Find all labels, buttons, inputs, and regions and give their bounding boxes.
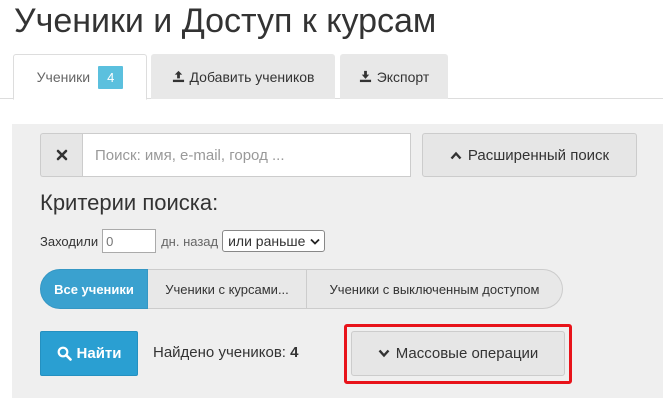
student-filter-segments: Все ученики Ученики с курсами... Ученики… <box>40 269 563 309</box>
upload-icon <box>172 70 184 83</box>
criteria-title: Критерии поиска: <box>40 190 219 215</box>
tab-export[interactable]: Экспорт <box>340 54 448 99</box>
search-panel: Расширенный поиск Критерии поиска: Заход… <box>12 124 663 398</box>
advanced-search-label: Расширенный поиск <box>467 146 610 164</box>
advanced-search-button[interactable]: Расширенный поиск <box>422 133 637 177</box>
mass-operations-label: Массовые операции <box>395 345 539 362</box>
find-button-label: Найти <box>76 345 122 362</box>
clear-search-button[interactable] <box>40 133 82 177</box>
mass-operations-button[interactable]: Массовые операции <box>351 331 565 376</box>
found-count: 4 <box>290 344 299 361</box>
tab-students[interactable]: Ученики 4 <box>13 54 147 100</box>
days-input[interactable] <box>102 229 157 253</box>
close-icon <box>56 149 67 161</box>
chevron-down-icon <box>310 238 321 245</box>
chevron-down-icon <box>378 349 390 358</box>
search-icon <box>57 346 72 361</box>
page-title: Ученики и Доступ к курсам <box>14 2 437 40</box>
segment-disabled-access[interactable]: Ученики с выключенным доступом <box>307 269 563 309</box>
find-button[interactable]: Найти <box>40 331 138 376</box>
visited-filter: Заходили дн. назад или раньше <box>40 229 326 253</box>
days-unit-label: дн. назад <box>161 233 219 249</box>
tab-bar: Ученики 4 Добавить учеников Экспорт <box>0 54 663 100</box>
search-group <box>40 133 411 177</box>
found-label: Найдено учеников: <box>153 344 286 361</box>
tab-export-label: Экспорт <box>376 68 430 85</box>
visited-label: Заходили <box>40 233 99 249</box>
tab-add-students-label: Добавить учеников <box>189 68 315 85</box>
segment-students-with-courses[interactable]: Ученики с курсами... <box>148 269 307 309</box>
segment-all-students[interactable]: Все ученики <box>40 269 148 309</box>
download-icon <box>359 70 371 83</box>
students-count-badge: 4 <box>98 65 124 89</box>
chevron-up-icon <box>450 151 462 159</box>
tab-students-label: Ученики <box>36 69 91 85</box>
tab-add-students[interactable]: Добавить учеников <box>151 54 335 99</box>
period-select-value: или раньше <box>228 233 306 249</box>
search-input[interactable] <box>82 133 411 177</box>
period-select[interactable]: или раньше <box>222 230 326 252</box>
found-count-text: Найдено учеников: 4 <box>153 344 299 361</box>
